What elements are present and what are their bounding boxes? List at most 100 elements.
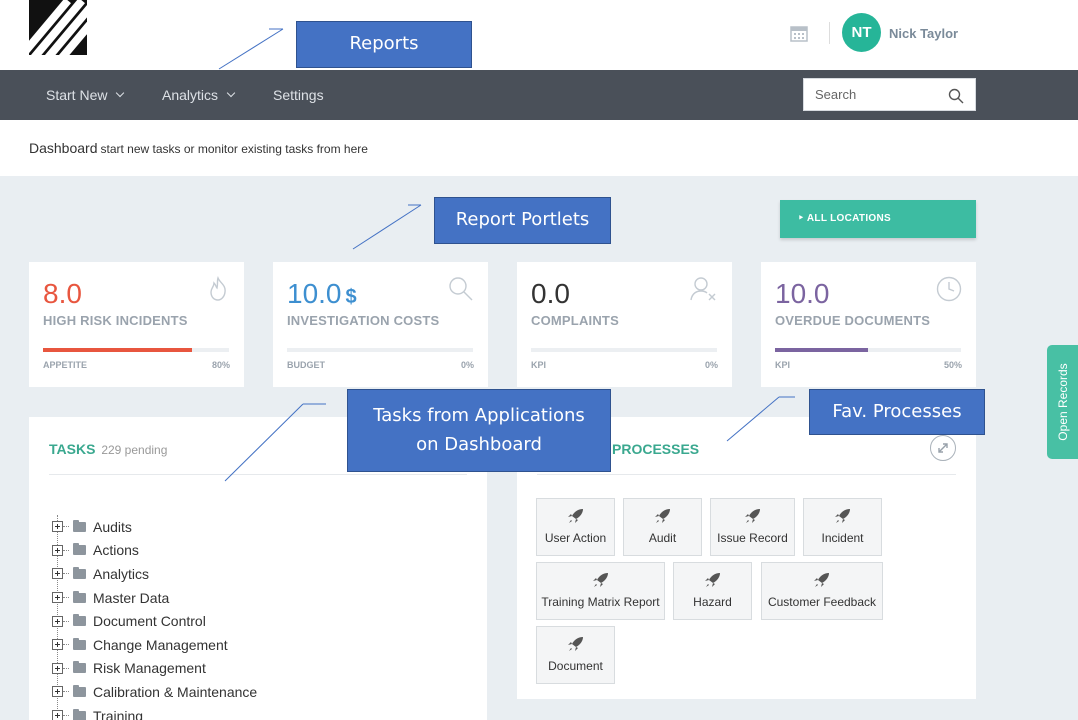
tree-item[interactable]: Calibration & Maintenance	[52, 680, 257, 704]
tree-item[interactable]: Audits	[52, 515, 257, 539]
kpi-progress-track	[531, 348, 717, 352]
kpi-label: INVESTIGATION COSTS	[287, 313, 440, 328]
search-box	[803, 78, 976, 111]
expand-plus-icon[interactable]	[52, 686, 63, 698]
process-tile[interactable]: Audit	[623, 498, 702, 556]
page-subheader: Dashboard start new tasks or monitor exis…	[0, 120, 1078, 176]
tree-item-label: Audits	[93, 518, 132, 535]
kpi-footer-label: KPI	[531, 360, 547, 370]
tree-item[interactable]: Change Management	[52, 633, 257, 657]
expand-plus-icon[interactable]	[52, 615, 63, 627]
clock-icon	[936, 276, 962, 302]
kpi-card-high-risk-incidents[interactable]: 8.0 HIGH RISK INCIDENTS APPETITE 80%	[29, 262, 244, 387]
calendar-icon[interactable]	[790, 24, 808, 42]
company-logo[interactable]	[29, 0, 87, 55]
kpi-number: 10.0	[775, 278, 830, 309]
process-tile[interactable]: Training Matrix Report	[536, 562, 665, 620]
tree-connector	[63, 644, 69, 646]
rocket-icon	[704, 573, 720, 587]
chevron-down-icon	[116, 88, 125, 98]
process-tile[interactable]: Document	[536, 626, 615, 684]
expand-plus-icon[interactable]	[52, 568, 63, 580]
fav-processes-title: PROCESSES	[612, 441, 700, 457]
kpi-number: 8.0	[43, 278, 82, 309]
header-divider	[829, 22, 830, 44]
kpi-card-complaints[interactable]: 0.0 COMPLAINTS KPI 0%	[517, 262, 732, 387]
kpi-footer-label: BUDGET	[287, 360, 325, 370]
kpi-value: 0.0	[531, 278, 570, 310]
tree-item[interactable]: Actions	[52, 539, 257, 563]
kpi-card-investigation-costs[interactable]: 10.0 $ INVESTIGATION COSTS BUDGET 0%	[273, 262, 488, 387]
tree-item-label: Calibration & Maintenance	[93, 683, 258, 700]
expand-button[interactable]	[930, 435, 956, 461]
tree-connector	[63, 667, 69, 669]
tree-item[interactable]: Analytics	[52, 562, 257, 586]
tree-connector	[63, 597, 69, 599]
callout-tasks-line-2: on Dashboard	[416, 433, 542, 455]
tree-item[interactable]: Training	[52, 704, 257, 720]
callout-report-portlets: Report Portlets	[434, 197, 611, 244]
rocket-icon	[567, 509, 583, 523]
user-name[interactable]: Nick Taylor	[889, 26, 958, 41]
kpi-progress-track	[775, 348, 961, 352]
page-subtitle: start new tasks or monitor existing task…	[100, 142, 368, 156]
nav-analytics[interactable]: Analytics	[162, 87, 236, 103]
open-records-tab[interactable]: Open Records	[1047, 345, 1078, 459]
tree-item[interactable]: Master Data	[52, 586, 257, 610]
kpi-progress-track	[43, 348, 229, 352]
tree-item-label: Actions	[93, 542, 139, 559]
callout-tasks-from-applications: Tasks from Applications on Dashboard	[347, 389, 611, 472]
rocket-icon	[744, 509, 760, 523]
tree-item[interactable]: Document Control	[52, 609, 257, 633]
process-tile[interactable]: Issue Record	[710, 498, 795, 556]
tree-item[interactable]: Risk Management	[52, 657, 257, 681]
tree-connector	[63, 573, 69, 575]
tree-connector	[63, 526, 69, 528]
tree-item-label: Change Management	[93, 636, 228, 653]
process-tile[interactable]: User Action	[536, 498, 615, 556]
kpi-label: COMPLAINTS	[531, 313, 619, 328]
nav-settings[interactable]: Settings	[273, 87, 324, 103]
callout-fav-processes: Fav. Processes	[809, 389, 985, 435]
expand-plus-icon[interactable]	[52, 662, 63, 674]
expand-plus-icon[interactable]	[52, 521, 63, 533]
rocket-icon	[654, 509, 670, 523]
tree-connector	[63, 715, 69, 717]
nav-settings-label: Settings	[273, 87, 324, 103]
tree-item-label: Training	[93, 707, 144, 720]
tasks-title: TASKS	[49, 441, 96, 457]
tree-item-label: Master Data	[93, 589, 170, 606]
expand-plus-icon[interactable]	[52, 639, 63, 651]
fire-icon	[210, 276, 226, 301]
nav-start-new[interactable]: Start New	[46, 87, 125, 103]
folder-icon	[73, 614, 86, 627]
search-icon[interactable]	[948, 88, 964, 104]
all-locations-button[interactable]: ‣ ALL LOCATIONS	[780, 200, 976, 238]
folder-icon	[73, 661, 86, 674]
expand-plus-icon[interactable]	[52, 592, 63, 604]
kpi-value: 10.0 $	[287, 278, 357, 310]
folder-icon	[73, 543, 86, 556]
search-input[interactable]	[804, 79, 934, 110]
kpi-card-overdue-documents[interactable]: 10.0 OVERDUE DOCUMENTS KPI 50%	[761, 262, 976, 387]
expand-plus-icon[interactable]	[52, 710, 63, 720]
process-tile[interactable]: Incident	[803, 498, 882, 556]
tree-connector	[63, 620, 69, 622]
rocket-icon	[834, 509, 850, 523]
kpi-footer-percent: 50%	[943, 360, 962, 370]
kpi-footer-label: APPETITE	[43, 360, 88, 370]
process-tile[interactable]: Customer Feedback	[761, 562, 883, 620]
main-navbar: Start New Analytics Settings	[0, 70, 1078, 120]
process-tile[interactable]: Hazard	[673, 562, 752, 620]
user-avatar[interactable]: NT	[842, 13, 881, 52]
kpi-progress-fill	[43, 348, 192, 352]
process-tile-label: Issue Record	[717, 531, 788, 545]
kpi-number: 10.0	[287, 278, 342, 309]
process-tile-label: Hazard	[693, 595, 732, 609]
expand-plus-icon[interactable]	[52, 544, 63, 556]
expand-icon	[938, 443, 948, 453]
folder-icon	[73, 684, 86, 697]
kpi-value: 10.0	[775, 278, 830, 310]
kpi-value: 8.0	[43, 278, 82, 310]
tree-item-label: Document Control	[93, 613, 206, 630]
